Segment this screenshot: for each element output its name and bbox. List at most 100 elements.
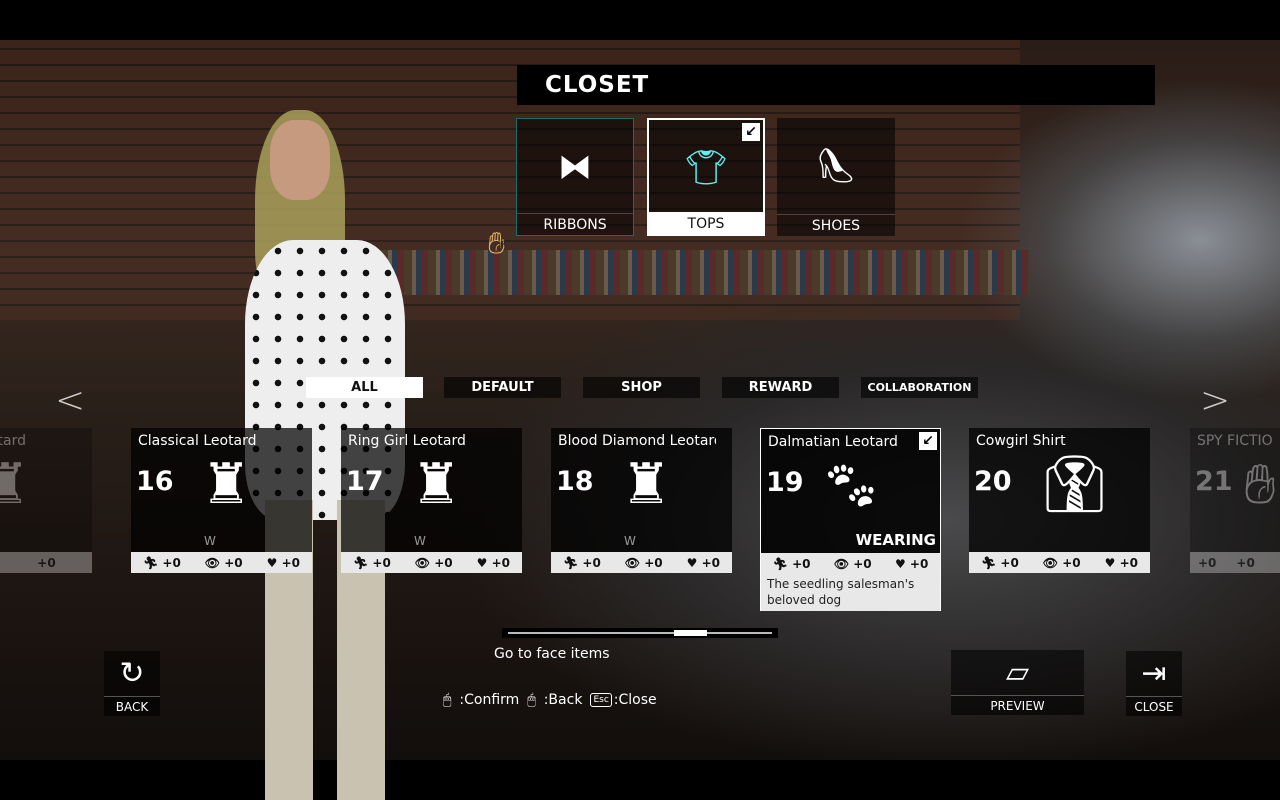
running-icon: 🏃︎ [980,555,997,570]
heart-icon: ♥ [1104,555,1116,570]
item-number: 21 [1195,466,1233,497]
closet-title-bar: CLOSET [517,65,1155,105]
stat-agility: 🏃︎ +0 [562,555,601,570]
filter-default[interactable]: DEFAULT [444,377,561,398]
stat-sight: 👁︎ +0 [1042,555,1081,570]
character-model[interactable] [225,100,425,800]
bookshelf [380,250,1030,295]
item-tag: W [204,534,216,548]
next-arrow-icon[interactable]: > [1200,380,1230,421]
stat-heart: ♥ +0 [1104,555,1138,570]
category-label: TOPS [649,212,763,234]
heart-icon: ♥ [476,555,488,570]
scrollbar-thumb[interactable] [674,630,708,636]
category-tops[interactable]: ↙ 👕︎ TOPS [647,118,765,236]
heart-icon: ♥ [894,556,906,571]
leotard-icon: ♜ [0,452,31,517]
running-icon: 🏃︎ [352,555,369,570]
new-arrow-icon: ↙ [742,123,760,141]
stat-heart: ♥ +0 [686,555,720,570]
high-heel-icon: 👠︎ [814,146,858,186]
stat-heart: ♥ +0 [894,556,929,571]
category-ribbons[interactable]: ⧓ RIBBONS [516,118,634,236]
running-icon: 🏃︎ [772,556,788,571]
right-mouse-icon: 🖱︎ [527,692,536,708]
category-label: SHOES [777,214,895,236]
stat-heart: ♥ +0 [476,555,510,570]
undo-arrow-icon: ↻ [104,651,160,696]
left-mouse-icon: 🖱︎ [443,692,452,708]
confirm-hint: :Confirm [459,692,520,708]
dalmatian-outfit-icon: 🐾︎ [820,458,882,514]
prev-arrow-icon[interactable]: < [55,380,85,421]
stat-agility: 🏃︎ +0 [980,555,1019,570]
stat-sight: 👁︎ +0 [624,555,663,570]
stat-heart: ♥ +0 [266,555,300,570]
eye-icon: 👁︎ [414,555,431,570]
wearing-badge: WEARING [855,531,936,549]
item-name: Ring Girl Leotard [348,433,466,449]
item-number: 19 [766,467,804,498]
item-name: Blood Diamond Leotard [558,433,716,449]
item-card[interactable]: otard ♜ +0 [0,428,92,573]
filter-shop[interactable]: SHOP [583,377,700,398]
leotard-icon: ♜ [201,452,252,517]
item-description: The seedling salesman's beloved dog [761,574,940,611]
item-number: 16 [136,466,174,497]
item-name: SPY FICTIO [1197,433,1273,449]
item-card[interactable]: Cowgirl Shirt 20 👔︎ 🏃︎ +0 👁︎ +0 ♥ +0 [969,428,1150,573]
new-arrow-icon: ↙ [919,432,937,450]
item-card[interactable]: SPY FICTIO 21 ✋︎ +0 +0 [1190,428,1280,573]
item-name: Dalmatian Leotard [768,434,898,450]
item-number: 20 [974,466,1012,497]
shirt-icon: 👕︎ [684,148,728,188]
item-name: otard [0,433,26,449]
r-badge: R [500,240,507,250]
hand-cursor-icon: ✋︎ R [488,226,507,261]
stat-value: +0 [37,555,56,570]
control-hints: 🖱︎ :Confirm 🖱︎ :Back Esc:Close [443,692,657,708]
preview-button[interactable]: ▱ PREVIEW [951,650,1084,715]
eye-icon: 👁︎ [1042,555,1059,570]
back-button[interactable]: ↻ BACK [104,651,160,716]
item-card[interactable]: Classical Leotard 16 ♜ W 🏃︎ +0 👁︎ +0 ♥ +0 [131,428,312,573]
stat-sight: 👁︎ +0 [414,555,453,570]
cowgirl-shirt-icon: 👔︎ [1039,452,1111,517]
item-card[interactable]: Ring Girl Leotard 17 ♜ W 🏃︎ +0 👁︎ +0 ♥ +0 [341,428,522,573]
item-tag: W [414,534,426,548]
eye-icon: 👁︎ [624,555,641,570]
heart-icon: ♥ [266,555,278,570]
go-to-face-items-link[interactable]: Go to face items [494,646,610,662]
stat-sight: 👁︎ +0 [204,555,243,570]
eye-icon: 👁︎ [204,555,221,570]
heart-icon: ♥ [686,555,698,570]
close-button[interactable]: ⇥ CLOSE [1126,651,1182,716]
filter-reward[interactable]: REWARD [722,377,839,398]
item-card[interactable]: Blood Diamond Leotard 18 ♜ W 🏃︎ +0 👁︎ +0 ♥… [551,428,732,573]
item-card-selected[interactable]: Dalmatian Leotard ↙ 19 🐾︎ WEARING 🏃︎ +0 👁… [760,428,941,611]
stat-agility: 🏃︎ +0 [142,555,181,570]
mirror-icon: ▱ [951,650,1084,695]
category-shoes[interactable]: 👠︎ SHOES [777,118,895,236]
glove-icon: ✋︎ [1244,452,1276,517]
stat-agility: 🏃︎ +0 [772,556,811,571]
esc-key-icon: Esc [590,693,612,707]
eye-icon: 👁︎ [833,556,850,571]
back-hint: :Back [543,692,583,708]
item-number: 18 [556,466,594,497]
close-hint: :Close [613,692,657,708]
leotard-icon: ♜ [411,452,462,517]
item-tag: W [624,534,636,548]
filter-all[interactable]: ALL [306,377,423,398]
item-name: Cowgirl Shirt [976,433,1066,449]
page-title: CLOSET [545,72,650,98]
leotard-icon: ♜ [621,452,672,517]
running-icon: 🏃︎ [142,555,159,570]
item-number: 17 [346,466,384,497]
category-label: RIBBONS [517,213,633,235]
bow-icon: ⧓ [558,147,592,187]
item-scrollbar[interactable] [502,628,778,638]
filter-collaboration[interactable]: COLLABORATION [861,377,978,398]
item-name: Classical Leotard [138,433,257,449]
exit-icon: ⇥ [1126,651,1182,696]
